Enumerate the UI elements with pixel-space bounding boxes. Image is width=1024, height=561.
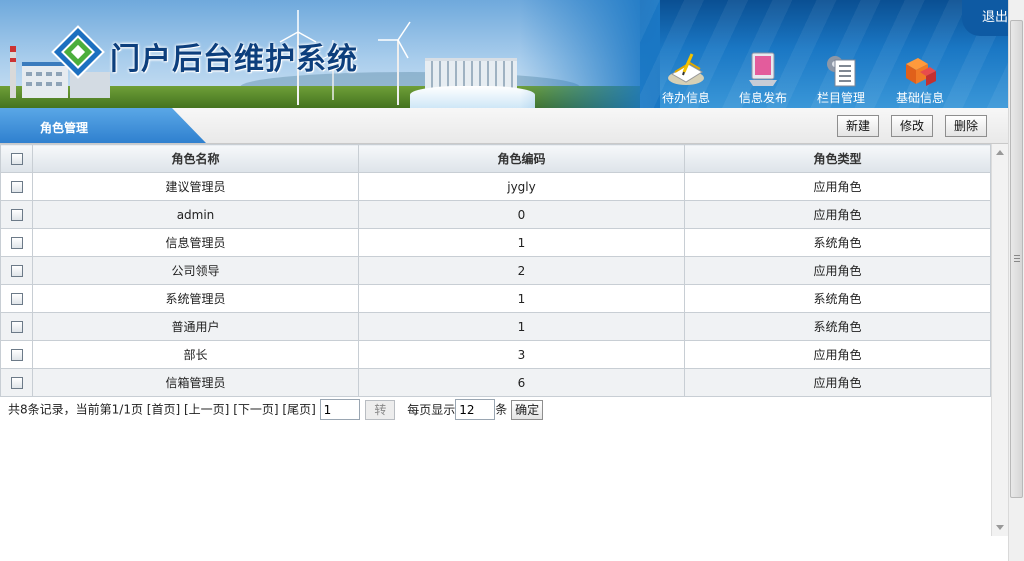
row-select-cell — [0, 284, 33, 313]
role-name-cell: 信箱管理员 — [32, 368, 359, 397]
column-header-code[interactable]: 角色编码 — [358, 144, 685, 173]
record-summary: 共8条记录，当前第1/1页 — [8, 402, 143, 417]
waterfall-image — [410, 86, 535, 108]
per-page-input[interactable] — [455, 399, 496, 420]
role-type-cell: 系统角色 — [684, 312, 991, 341]
delete-button[interactable]: 删除 — [945, 115, 988, 137]
select-all-checkbox[interactable] — [10, 153, 23, 165]
row-checkbox[interactable] — [10, 237, 23, 249]
role-code-cell: 1 — [358, 284, 685, 313]
per-page-suffix: 条 — [495, 402, 508, 417]
row-checkbox[interactable] — [10, 349, 23, 361]
role-name-cell: 公司领导 — [32, 256, 359, 285]
system-title: 门户后台维护系统 — [110, 42, 358, 77]
role-name-cell: admin — [32, 200, 359, 229]
role-name-cell: 部长 — [32, 340, 359, 369]
toolbar: 角色管理 新建 修改 删除 — [0, 108, 1008, 144]
column-header-type[interactable]: 角色类型 — [684, 144, 991, 173]
row-checkbox[interactable] — [10, 377, 23, 389]
role-name-cell: 建议管理员 — [32, 172, 359, 201]
edit-button[interactable]: 修改 — [891, 115, 934, 137]
company-logo-icon — [51, 25, 105, 79]
table-row[interactable]: 公司领导 2 应用角色 — [0, 256, 991, 285]
page-scrollbar-thumb[interactable] — [1010, 20, 1023, 498]
row-checkbox[interactable] — [10, 209, 23, 221]
table-row[interactable]: 信息管理员 1 系统角色 — [0, 228, 991, 257]
role-code-cell: jygly — [358, 172, 685, 201]
section-tab: 角色管理 — [0, 108, 206, 143]
role-type-cell: 应用角色 — [684, 200, 991, 229]
logout-button[interactable]: 退出 — [962, 0, 1008, 36]
role-code-cell: 1 — [358, 228, 685, 257]
role-table: 角色名称 角色编码 角色类型 建议管理员 jygly 应用角色 admin 0 应用角色信… — [0, 144, 991, 397]
table-row[interactable]: 部长 3 应用角色 — [0, 340, 991, 369]
column-manage-icon — [827, 56, 856, 87]
role-name-cell: 信息管理员 — [32, 228, 359, 257]
select-all-cell — [0, 144, 33, 173]
nav-publish[interactable]: 信息发布 — [728, 50, 798, 106]
scroll-up-icon[interactable] — [996, 150, 1004, 155]
row-select-cell — [0, 256, 33, 285]
scroll-down-icon[interactable] — [996, 525, 1004, 530]
app-header: 门户后台维护系统 退出 待办信息 信息发布 栏目管理 基础信息 — [0, 0, 1008, 108]
table-row[interactable]: 建议管理员 jygly 应用角色 — [0, 172, 991, 201]
row-select-cell — [0, 312, 33, 341]
next-page-link[interactable]: [下一页] — [233, 403, 278, 417]
nav-columns[interactable]: 栏目管理 — [806, 50, 876, 106]
role-name-cell: 普通用户 — [32, 312, 359, 341]
basic-info-boxes-icon — [906, 58, 936, 86]
table-header-row: 角色名称 角色编码 角色类型 — [0, 144, 991, 173]
nav-columns-label: 栏目管理 — [816, 91, 865, 105]
row-select-cell — [0, 228, 33, 257]
role-type-cell: 应用角色 — [684, 172, 991, 201]
nav-todo-label: 待办信息 — [661, 91, 710, 105]
pagination-bar: 共8条记录，当前第1/1页 [首页] [上一页] [下一页] [尾页] 转 每页… — [8, 398, 544, 420]
content-scrollbar[interactable] — [991, 144, 1008, 536]
role-code-cell: 3 — [358, 340, 685, 369]
table-row[interactable]: 普通用户 1 系统角色 — [0, 312, 991, 341]
column-header-name[interactable]: 角色名称 — [32, 144, 359, 173]
role-code-cell: 2 — [358, 256, 685, 285]
role-code-cell: 6 — [358, 368, 685, 397]
page-scrollbar[interactable] — [1008, 0, 1024, 561]
nav-basic-info-label: 基础信息 — [895, 91, 944, 105]
section-title: 角色管理 — [40, 121, 89, 135]
row-select-cell — [0, 340, 33, 369]
page-number-input[interactable] — [319, 399, 360, 420]
prev-page-link[interactable]: [上一页] — [184, 403, 229, 417]
table-row[interactable]: admin 0 应用角色 — [0, 200, 991, 229]
todo-notes-icon — [668, 53, 704, 85]
first-page-link[interactable]: [首页] — [147, 403, 180, 417]
nav-todo[interactable]: 待办信息 — [651, 50, 721, 106]
role-code-cell: 1 — [358, 312, 685, 341]
nav-basic-info[interactable]: 基础信息 — [885, 50, 955, 106]
role-type-cell: 应用角色 — [684, 340, 991, 369]
role-table-container: 角色名称 角色编码 角色类型 建议管理员 jygly 应用角色 admin 0 应用角色信… — [0, 144, 991, 397]
row-select-cell — [0, 200, 33, 229]
row-checkbox[interactable] — [10, 321, 23, 333]
role-type-cell: 应用角色 — [684, 368, 991, 397]
table-row[interactable]: 信箱管理员 6 应用角色 — [0, 368, 991, 397]
new-button[interactable]: 新建 — [837, 115, 880, 137]
row-checkbox[interactable] — [10, 293, 23, 305]
go-page-button[interactable]: 转 — [365, 399, 396, 420]
role-type-cell: 系统角色 — [684, 284, 991, 313]
row-select-cell — [0, 172, 33, 201]
role-type-cell: 系统角色 — [684, 228, 991, 257]
row-checkbox[interactable] — [10, 181, 23, 193]
role-name-cell: 系统管理员 — [32, 284, 359, 313]
row-select-cell — [0, 368, 33, 397]
row-checkbox[interactable] — [10, 265, 23, 277]
role-type-cell: 应用角色 — [684, 256, 991, 285]
nav-publish-label: 信息发布 — [738, 91, 787, 105]
confirm-per-page-button[interactable]: 确定 — [511, 399, 544, 420]
table-body: 建议管理员 jygly 应用角色 admin 0 应用角色 信息管理员 1 系统角色 公司领导 2 应… — [0, 172, 991, 397]
per-page-prefix: 每页显示 — [407, 402, 456, 417]
last-page-link[interactable]: [尾页] — [282, 403, 315, 417]
table-row[interactable]: 系统管理员 1 系统角色 — [0, 284, 991, 313]
role-code-cell: 0 — [358, 200, 685, 229]
publish-monitor-icon — [749, 52, 777, 86]
